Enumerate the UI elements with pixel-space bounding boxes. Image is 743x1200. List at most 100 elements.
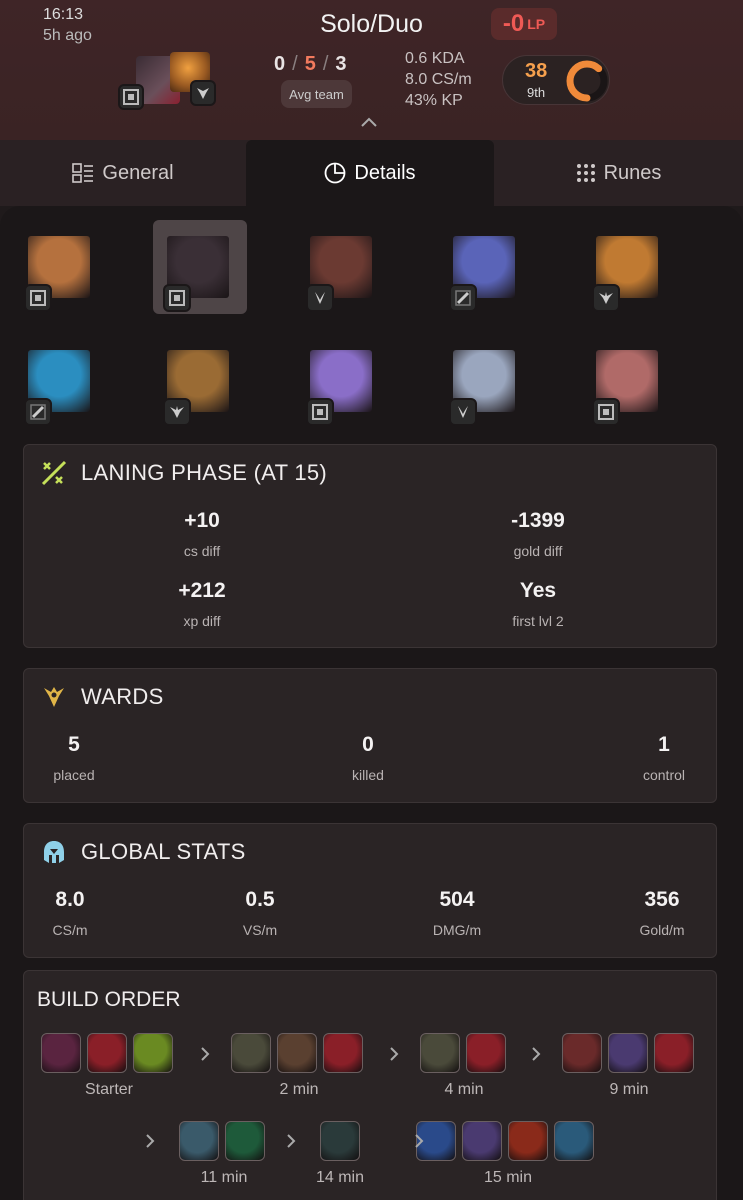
stat-label: CS/m [52,922,88,938]
kills: 0 [274,53,287,75]
lp-change-badge: -0 LP [491,8,557,40]
build-step-time: 11 min [200,1169,248,1186]
player-slot[interactable] [153,334,247,428]
elixir-icon[interactable] [225,1121,265,1161]
stat-value: 504 [439,888,475,911]
dots-grid-icon [576,163,596,183]
build-step-time: 15 min [483,1169,533,1186]
laning-phase-card: LANING PHASE (AT 15) +10 cs diff -1399 gol… [23,444,717,648]
player-slot[interactable] [14,220,108,314]
details-panel: LANING PHASE (AT 15) +10 cs diff -1399 gol… [0,206,743,1200]
cs-per-min-stat: 8.0 CS/m [0,888,150,938]
tab-bar: General Details Runes [0,140,743,206]
chevron-right-icon [146,1134,155,1148]
gold-diff-stat: -1399 gold diff [458,509,618,559]
stat-label: placed [53,767,95,783]
cs-per-min: 8.0 CS/m [405,71,472,88]
stat-value: 5 [68,733,80,756]
player-slot[interactable] [153,220,247,314]
stat-value: +212 [178,579,226,602]
match-stats: 0.6 KDA 8.0 CS/m 43% KP [405,48,472,111]
assists: 3 [335,53,348,75]
first-lvl2-stat: Yes first lvl 2 [458,579,618,629]
chevron-right-icon [390,1047,399,1061]
stat-value: 0.5 [245,888,275,911]
tab-label: Details [354,161,416,184]
build-step-time: 9 min [609,1081,649,1098]
cloak-icon[interactable] [608,1033,648,1073]
support-role-icon [163,398,191,426]
chevron-right-icon [287,1134,296,1148]
score-ring-icon [566,60,608,102]
chevron-right-icon [415,1134,424,1148]
deaths: 5 [304,53,317,75]
lp-unit: LP [527,16,546,32]
kill-participation: 43% KP [405,92,463,109]
stat-label: Gold/m [639,922,685,938]
player-slot[interactable] [582,220,676,314]
long-sword-icon[interactable] [41,1033,81,1073]
player-slot[interactable] [296,220,390,314]
global-stats-title: GLOBAL STATS [81,839,246,864]
boots-icon[interactable] [277,1033,317,1073]
vampiric-axe-icon[interactable] [179,1121,219,1161]
health-potion-icon[interactable] [87,1033,127,1073]
player-slot[interactable] [439,220,533,314]
grid-icon [72,163,94,183]
top-role-icon [306,398,334,426]
laning-title: LANING PHASE (AT 15) [81,460,328,485]
vs-per-min-stat: 0.5 VS/m [180,888,340,938]
ward-icon [44,687,64,707]
control-wards-stat: 1 control [584,733,743,783]
health-potion-icon[interactable] [466,1033,506,1073]
health-potion-icon[interactable] [323,1033,363,1073]
gold-per-min-stat: 356 Gold/m [582,888,742,938]
avg-team-badge[interactable]: Avg team [281,80,352,108]
hydra-icon[interactable] [508,1121,548,1161]
support-role-icon [592,284,620,312]
kda-ratio: 0.6 KDA [405,50,465,67]
stat-label: VS/m [242,922,278,938]
mid-role-icon [449,284,477,312]
stat-label: cs diff [183,543,221,559]
chevron-up-icon[interactable] [360,116,378,128]
pie-chart-icon [324,162,346,184]
tab-label: General [102,161,174,184]
tab-label: Runes [603,161,662,184]
tab-details[interactable]: Details [246,140,494,206]
plated-boots-icon[interactable] [562,1033,602,1073]
performance-score: 38 9th [502,55,610,105]
jungle-role-icon [449,398,477,426]
top-role-icon [163,284,191,312]
stat-value: 356 [644,888,680,911]
stat-label: gold diff [513,543,563,559]
build-order-title: BUILD ORDER [37,988,181,1011]
stat-value: 8.0 [55,888,85,911]
tab-general[interactable]: General [0,140,246,206]
serrated-dirk-icon[interactable] [231,1033,271,1073]
stat-value: 0 [362,733,374,756]
top-role-icon [592,398,620,426]
kda-separator: / [292,53,299,75]
stat-label: killed [352,767,384,783]
orb-icon[interactable] [554,1121,594,1161]
player-slot[interactable] [14,334,108,428]
player-slot[interactable] [296,334,390,428]
wards-title: WARDS [81,684,164,709]
build-step-time: Starter [84,1081,133,1098]
tab-runes[interactable]: Runes [494,140,743,206]
player-slot[interactable] [439,334,533,428]
support-role-icon [190,80,216,106]
health-potion-icon[interactable] [654,1033,694,1073]
helmet-icon [44,841,64,863]
laning-icon [41,460,67,486]
stat-value: -1399 [511,509,565,532]
serrated-dirk-icon[interactable] [420,1033,460,1073]
stealth-ward-icon[interactable] [133,1033,173,1073]
score-value: 38 [525,60,548,82]
placement: 9th [527,85,546,100]
dmg-per-min-stat: 504 DMG/m [377,888,537,938]
player-slot[interactable] [582,334,676,428]
pickaxe-icon[interactable] [320,1121,360,1161]
cloak-icon[interactable] [462,1121,502,1161]
